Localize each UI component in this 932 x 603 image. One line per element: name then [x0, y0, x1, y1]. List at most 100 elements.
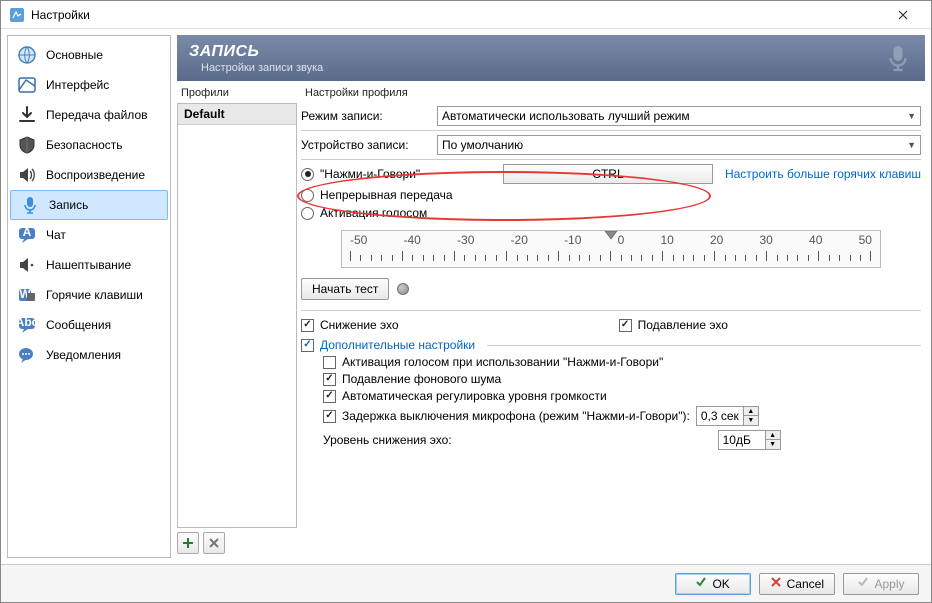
- adv-vad-ptt-row: Активация голосом при использовании "Наж…: [323, 355, 921, 369]
- echo-reduce-row: Снижение эхо: [301, 318, 399, 332]
- vad-radio[interactable]: [301, 207, 314, 220]
- echo-level-label: Уровень снижения эхо:: [323, 433, 452, 447]
- delay-value: 0,3 сек: [697, 409, 743, 423]
- spin-down[interactable]: ▼: [766, 440, 780, 449]
- hotkey-value: CTRL: [592, 167, 623, 181]
- sidebar-item-notifications[interactable]: Уведомления: [8, 340, 170, 370]
- apply-button[interactable]: Apply: [843, 573, 919, 595]
- nav-label: Уведомления: [46, 348, 121, 362]
- ptt-radio[interactable]: [301, 168, 314, 181]
- tick-label: -50: [350, 233, 367, 247]
- spin-up[interactable]: ▲: [766, 431, 780, 440]
- settings-column: Настройки профиля Режим записи: Автомати…: [297, 81, 925, 558]
- shield-icon: [16, 134, 38, 156]
- adv-noise-row: Подавление фонового шума: [323, 372, 921, 386]
- delete-profile-button[interactable]: [203, 532, 225, 554]
- sidebar-item-hotkeys[interactable]: W Горячие клавиши: [8, 280, 170, 310]
- add-profile-button[interactable]: [177, 532, 199, 554]
- content: ЗАПИСЬ Настройки записи звука Профили De…: [177, 35, 925, 558]
- separator: [301, 159, 921, 160]
- adv-delay-row: Задержка выключения микрофона (режим "На…: [323, 406, 921, 426]
- device-value: По умолчанию: [442, 138, 523, 152]
- banner-title: ЗАПИСЬ: [189, 43, 913, 61]
- sidebar-item-interface[interactable]: Интерфейс: [8, 70, 170, 100]
- tick-label: -10: [564, 233, 581, 247]
- adv-delay-checkbox[interactable]: [323, 410, 336, 423]
- ptt-hotkey-field[interactable]: CTRL: [503, 164, 713, 184]
- profiles-list[interactable]: Default: [177, 103, 297, 528]
- echo-cancel-checkbox[interactable]: [619, 319, 632, 332]
- adv-vad-ptt-checkbox[interactable]: [323, 356, 336, 369]
- echo-cancel-label: Подавление эхо: [638, 318, 728, 332]
- microphone-icon: [19, 194, 41, 216]
- sidebar-item-general[interactable]: Основные: [8, 40, 170, 70]
- delay-spinner[interactable]: 0,3 сек ▲▼: [696, 406, 759, 426]
- device-label: Устройство записи:: [301, 138, 431, 152]
- globe-icon: [16, 44, 38, 66]
- advanced-group: Активация голосом при использовании "Наж…: [301, 355, 921, 450]
- nav-label: Воспроизведение: [46, 168, 145, 182]
- svg-text:Abc: Abc: [17, 315, 37, 329]
- mode-select[interactable]: Автоматически использовать лучший режим …: [437, 106, 921, 126]
- btn-label: Начать тест: [312, 282, 378, 296]
- continuous-radio[interactable]: [301, 189, 314, 202]
- interface-icon: [16, 74, 38, 96]
- slider-handle[interactable]: [603, 231, 619, 248]
- sidebar-item-security[interactable]: Безопасность: [8, 130, 170, 160]
- advanced-checkbox[interactable]: [301, 339, 314, 352]
- messages-icon: Abc: [16, 314, 38, 336]
- cancel-button[interactable]: Cancel: [759, 573, 835, 595]
- nav-label: Интерфейс: [46, 78, 109, 92]
- more-hotkeys-link[interactable]: Настроить больше горячих клавиш: [725, 167, 921, 181]
- footer: OK Cancel Apply: [1, 564, 931, 602]
- sidebar-item-whisper[interactable]: Нашептывание: [8, 250, 170, 280]
- banner-mic-icon: [883, 43, 913, 76]
- tick-label: -20: [511, 233, 528, 247]
- ptt-row: "Нажми-и-Говори" CTRL Настроить больше г…: [301, 164, 921, 184]
- profile-tools: [177, 528, 297, 558]
- nav-label: Горячие клавиши: [46, 288, 143, 302]
- check-icon: [695, 576, 707, 591]
- echo-level-spinner[interactable]: 10дБ ▲▼: [718, 430, 781, 450]
- adv-noise-checkbox[interactable]: [323, 373, 336, 386]
- vad-threshold-slider[interactable]: -50 -40 -30 -20 -10 0 10 20 30 40 50: [341, 230, 881, 268]
- adv-agc-checkbox[interactable]: [323, 390, 336, 403]
- caret-down-icon: ▼: [907, 111, 916, 121]
- close-button[interactable]: [883, 3, 923, 27]
- window-title: Настройки: [31, 8, 883, 22]
- tick-label: 20: [710, 233, 723, 247]
- echo-level-value: 10дБ: [719, 433, 765, 447]
- echo-reduce-checkbox[interactable]: [301, 319, 314, 332]
- spin-up[interactable]: ▲: [744, 407, 758, 416]
- tick-label: 10: [660, 233, 673, 247]
- chat-icon: A: [16, 224, 38, 246]
- sidebar: Основные Интерфейс Передача файлов Безоп…: [7, 35, 171, 558]
- ptt-label: "Нажми-и-Говори": [320, 167, 420, 181]
- profile-item[interactable]: Default: [178, 104, 296, 125]
- start-test-button[interactable]: Начать тест: [301, 278, 389, 300]
- sidebar-item-playback[interactable]: Воспроизведение: [8, 160, 170, 190]
- test-led-icon: [397, 283, 409, 295]
- notification-icon: [16, 344, 38, 366]
- svg-text:A: A: [23, 225, 32, 239]
- app-icon: [9, 7, 25, 23]
- device-select[interactable]: По умолчанию ▼: [437, 135, 921, 155]
- tick-label: 50: [859, 233, 872, 247]
- sidebar-item-filetransfer[interactable]: Передача файлов: [8, 100, 170, 130]
- nav-label: Запись: [49, 198, 88, 212]
- tick-label: 30: [760, 233, 773, 247]
- adv-agc-row: Автоматическая регулировка уровня громко…: [323, 389, 921, 403]
- spin-down[interactable]: ▼: [744, 416, 758, 425]
- sidebar-item-messages[interactable]: Abc Сообщения: [8, 310, 170, 340]
- adv-vad-ptt-label: Активация голосом при использовании "Наж…: [342, 355, 663, 369]
- test-row: Начать тест: [301, 278, 921, 300]
- sidebar-item-chat[interactable]: A Чат: [8, 220, 170, 250]
- ok-button[interactable]: OK: [675, 573, 751, 595]
- adv-delay-label: Задержка выключения микрофона (режим "На…: [342, 409, 690, 423]
- sidebar-item-record[interactable]: Запись: [10, 190, 168, 220]
- apply-icon: [857, 576, 869, 591]
- echo-cancel-row: Подавление эхо: [619, 318, 728, 332]
- nav-label: Передача файлов: [46, 108, 148, 122]
- mode-value: Автоматически использовать лучший режим: [442, 109, 690, 123]
- settings-header: Настройки профиля: [301, 81, 921, 103]
